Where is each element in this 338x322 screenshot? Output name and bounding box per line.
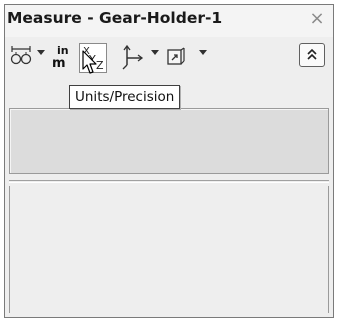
- separator: [9, 180, 329, 183]
- point-to-point-icon[interactable]: [121, 43, 145, 71]
- coordinate-system-dropdown-arrow-icon[interactable]: [199, 50, 207, 55]
- mouse-cursor-icon: [82, 50, 98, 81]
- close-button[interactable]: ×: [307, 7, 327, 31]
- arc-circle-measure-icon[interactable]: [9, 43, 33, 69]
- coordinate-system-button[interactable]: [165, 43, 187, 73]
- coordinate-system-icon[interactable]: [165, 43, 187, 71]
- selection-list[interactable]: [9, 186, 329, 313]
- close-icon[interactable]: ×: [309, 8, 324, 29]
- chevron-up-icon[interactable]: [300, 44, 324, 66]
- measurement-results-box: [9, 108, 329, 174]
- arc-circle-dropdown-arrow-icon[interactable]: [37, 50, 45, 55]
- point-to-point-button[interactable]: [121, 43, 145, 73]
- tooltip: Units/Precision: [69, 85, 181, 109]
- title-bar[interactable]: Measure - Gear-Holder-1 ×: [5, 5, 333, 37]
- window-title: Measure - Gear-Holder-1: [7, 9, 223, 27]
- units-precision-icon[interactable]: in m: [49, 43, 75, 71]
- point-to-point-dropdown-arrow-icon[interactable]: [151, 50, 159, 55]
- measure-dialog: Measure - Gear-Holder-1 × in m X Y Z Uni…: [4, 4, 334, 318]
- units-precision-button[interactable]: in m: [49, 43, 75, 73]
- measure-toolbar: in m X Y Z: [5, 39, 333, 77]
- units-precision-label-bottom: m: [52, 56, 66, 71]
- arc-circle-measure-button[interactable]: [9, 43, 33, 73]
- collapse-button[interactable]: [299, 43, 325, 67]
